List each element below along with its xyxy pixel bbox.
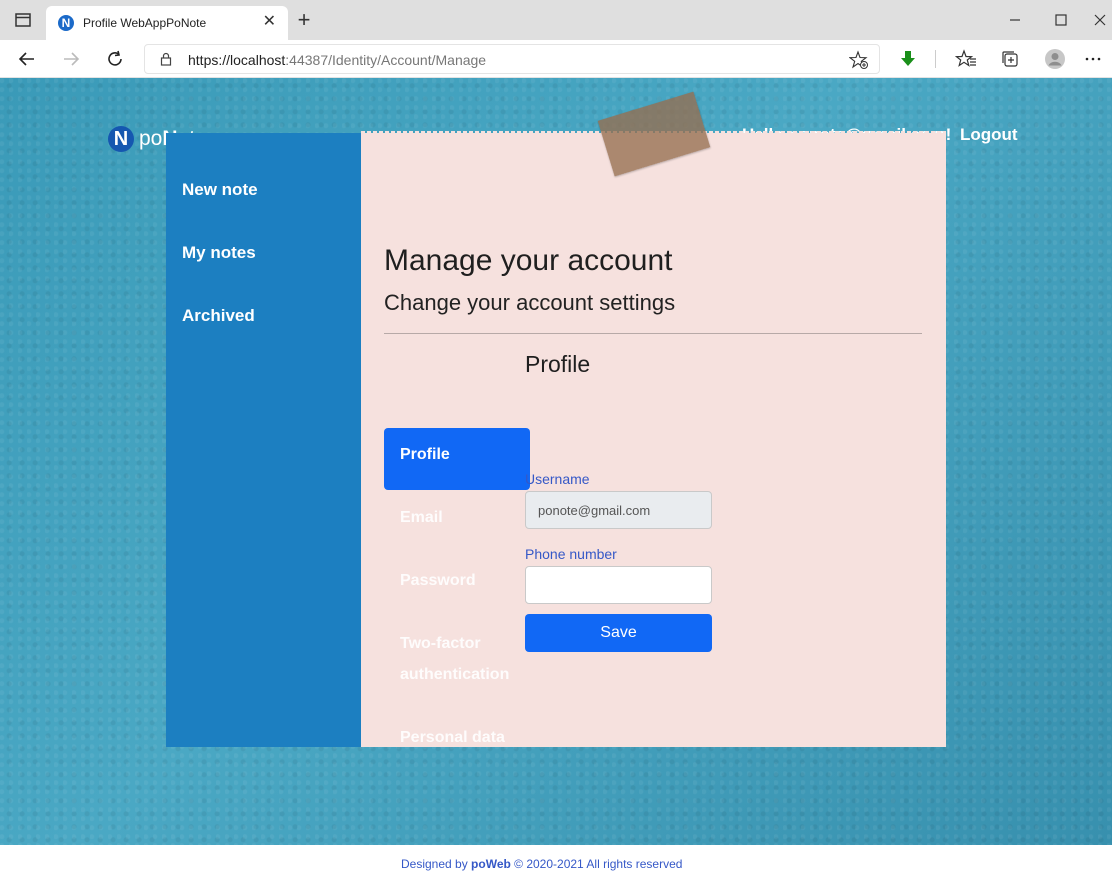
sidebar: New note My notes Archived bbox=[166, 133, 362, 747]
refresh-icon[interactable] bbox=[104, 48, 126, 70]
new-tab-icon[interactable]: + bbox=[292, 9, 316, 31]
back-icon[interactable] bbox=[16, 48, 38, 70]
lock-icon[interactable] bbox=[159, 52, 173, 66]
maximize-icon[interactable] bbox=[1051, 10, 1071, 30]
logout-button[interactable]: Logout bbox=[960, 125, 1018, 145]
nav-email[interactable]: Email bbox=[384, 509, 530, 527]
save-button[interactable]: Save bbox=[525, 614, 712, 652]
browser-titlebar: N Profile WebAppPoNote ✕ + bbox=[0, 0, 1112, 40]
nav-profile[interactable]: Profile bbox=[384, 428, 530, 490]
profile-avatar-icon[interactable] bbox=[1044, 48, 1066, 70]
nav-password[interactable]: Password bbox=[384, 572, 530, 590]
username-label: Username bbox=[525, 471, 590, 487]
tab-actions-icon[interactable] bbox=[13, 10, 33, 30]
nav-two-factor-line2[interactable]: authentication bbox=[384, 666, 530, 684]
page-subtitle: Change your account settings bbox=[384, 290, 676, 315]
browser-toolbar: https://localhost:44387/Identity/Account… bbox=[0, 40, 1112, 78]
browser-tab[interactable]: N Profile WebAppPoNote ✕ bbox=[46, 6, 288, 40]
favorites-icon[interactable] bbox=[955, 48, 977, 70]
add-favorite-icon[interactable] bbox=[849, 50, 869, 70]
close-window-icon[interactable] bbox=[1090, 10, 1110, 30]
tab-title: Profile WebAppPoNote bbox=[83, 16, 207, 30]
address-bar[interactable]: https://localhost:44387/Identity/Account… bbox=[144, 44, 880, 74]
nav-two-factor[interactable]: Two-factor bbox=[384, 635, 530, 653]
toolbar-separator bbox=[935, 50, 936, 68]
phone-label: Phone number bbox=[525, 546, 617, 562]
minimize-icon[interactable] bbox=[1005, 10, 1025, 30]
phone-field[interactable] bbox=[525, 566, 712, 604]
url-text: https://localhost:44387/Identity/Account… bbox=[188, 52, 487, 68]
username-field[interactable] bbox=[525, 491, 712, 529]
forward-icon[interactable] bbox=[60, 48, 82, 70]
divider bbox=[384, 333, 922, 334]
footer-brand-link[interactable]: poWeb bbox=[471, 857, 511, 871]
favicon-icon: N bbox=[58, 15, 74, 31]
page-title: Manage your account bbox=[384, 244, 673, 277]
footer: Designed by poWeb © 2020-2021 All rights… bbox=[0, 845, 1112, 888]
download-icon[interactable] bbox=[897, 48, 919, 70]
form-title: Profile bbox=[525, 351, 591, 377]
close-tab-icon[interactable]: ✕ bbox=[263, 14, 276, 30]
sidebar-item-my-notes[interactable]: My notes bbox=[182, 243, 256, 263]
collections-icon[interactable] bbox=[999, 48, 1021, 70]
sidebar-item-archived[interactable]: Archived bbox=[182, 306, 255, 326]
logo-icon: N bbox=[108, 126, 134, 152]
sidebar-item-new-note[interactable]: New note bbox=[182, 180, 258, 200]
more-options-icon[interactable] bbox=[1082, 48, 1104, 70]
footer-text: Designed by poWeb © 2020-2021 All rights… bbox=[401, 857, 683, 871]
nav-personal-data[interactable]: Personal data bbox=[384, 729, 530, 747]
